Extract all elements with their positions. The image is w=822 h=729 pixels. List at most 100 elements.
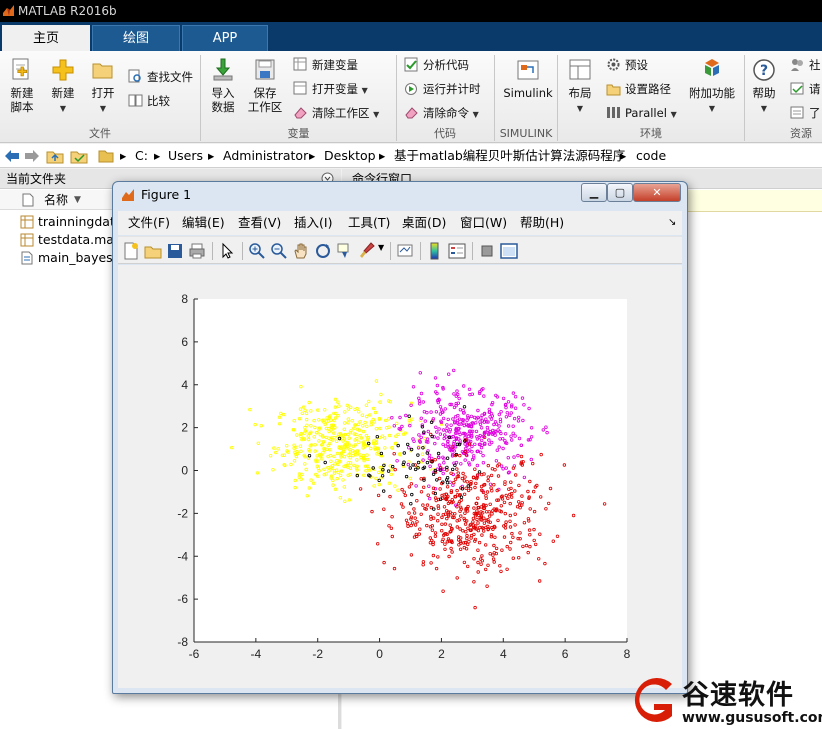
breadcrumb-separator: ▸: [120, 148, 127, 163]
rotate-3d-icon[interactable]: [314, 242, 332, 260]
analyze-code-label: 分析代码: [423, 58, 469, 72]
menu-edit[interactable]: 编辑(E): [182, 211, 225, 235]
brush-icon[interactable]: [358, 242, 376, 260]
chevron-down-icon: ▼: [373, 110, 380, 119]
learn-matlab-button[interactable]: 了: [790, 105, 821, 121]
request-support-button[interactable]: 请: [790, 81, 821, 97]
new-variable-button[interactable]: 新建变量: [293, 57, 358, 73]
plot-area[interactable]: [194, 299, 627, 642]
svg-text:?: ?: [760, 63, 768, 79]
new-script-button[interactable]: 新建 脚本: [4, 57, 40, 114]
import-data-button[interactable]: 导入 数据: [206, 57, 240, 114]
menu-desktop[interactable]: 桌面(D): [402, 211, 446, 235]
layout-button[interactable]: 布局 ▼: [562, 57, 598, 116]
folder-open-icon: [92, 63, 113, 79]
chevron-down-icon: ▼: [361, 86, 368, 95]
breadcrumb-item[interactable]: C:: [135, 144, 148, 168]
breadcrumb-item[interactable]: 基于matlab编程贝叶斯估计算法源码程序: [394, 144, 625, 168]
preferences-button[interactable]: 预设: [606, 57, 648, 73]
browse-folder-icon[interactable]: [70, 148, 88, 164]
new-button[interactable]: 新建 ▼: [46, 57, 80, 116]
help-label: 帮助: [752, 86, 776, 100]
save-workspace-button[interactable]: 保存 工作区: [246, 57, 284, 114]
help-button[interactable]: ? 帮助 ▼: [748, 57, 780, 116]
forward-arrow-icon[interactable]: [24, 149, 40, 163]
breadcrumb-item[interactable]: Users: [168, 144, 203, 168]
tab-home[interactable]: 主页: [2, 25, 90, 51]
analyze-code-button[interactable]: 分析代码: [404, 57, 469, 73]
set-path-icon: [606, 84, 621, 96]
scatter-plot[interactable]: -6 -4 -2 0 2 4 6 8-8-6-4-202468: [118, 265, 682, 688]
legend-icon[interactable]: [448, 242, 466, 260]
list-item[interactable]: main_bayes.: [20, 249, 117, 267]
minimize-button[interactable]: ▁: [581, 183, 607, 202]
new-figure-icon[interactable]: [122, 242, 140, 260]
up-folder-icon[interactable]: [46, 148, 64, 164]
file-name: testdata.mat: [38, 232, 119, 247]
zoom-out-icon[interactable]: [270, 242, 288, 260]
help-icon: ?: [753, 59, 775, 81]
tab-apps[interactable]: APP: [182, 25, 268, 51]
resources-group-label: 资源: [790, 127, 812, 140]
zoom-in-icon[interactable]: [248, 242, 266, 260]
menu-window[interactable]: 窗口(W): [460, 211, 507, 235]
find-files-button[interactable]: 查找文件: [128, 69, 193, 85]
dock-arrow-icon[interactable]: ↘: [668, 211, 676, 235]
community-button[interactable]: 社: [790, 57, 821, 73]
tab-plots[interactable]: 绘图: [92, 25, 180, 51]
pointer-icon[interactable]: [218, 242, 236, 260]
open-variable-button[interactable]: 打开变量 ▼: [293, 81, 368, 99]
open-file-icon[interactable]: [144, 242, 162, 260]
figure-window[interactable]: Figure 1 ▁ ▢ ✕ 文件(F) 编辑(E) 查看(V) 插入(I) 工…: [112, 181, 688, 694]
parallel-button[interactable]: Parallel ▼: [606, 105, 677, 123]
analyze-code-icon: [404, 57, 418, 72]
run-and-time-label: 运行并计时: [423, 82, 481, 96]
show-plot-tools-icon[interactable]: [500, 242, 518, 260]
colorbar-icon[interactable]: [426, 242, 444, 260]
menu-insert[interactable]: 插入(I): [294, 211, 332, 235]
back-arrow-icon[interactable]: [4, 149, 20, 163]
compare-label: 比较: [147, 94, 170, 108]
clear-workspace-button[interactable]: 清除工作区 ▼: [293, 105, 379, 123]
run-and-time-button[interactable]: 运行并计时: [404, 81, 481, 97]
simulink-button[interactable]: Simulink: [500, 57, 556, 100]
compare-button[interactable]: 比较: [128, 93, 170, 109]
hide-plot-tools-icon[interactable]: [478, 242, 496, 260]
print-icon[interactable]: [188, 242, 206, 260]
breadcrumb-item[interactable]: code: [636, 144, 666, 168]
clear-workspace-label: 清除工作区: [312, 106, 370, 120]
sort-arrow-icon: ▼: [74, 195, 81, 205]
open-variable-icon: [293, 81, 307, 95]
figure-title-bar[interactable]: Figure 1 ▁ ▢ ✕: [113, 182, 687, 208]
menu-help[interactable]: 帮助(H): [520, 211, 564, 235]
open-button[interactable]: 打开 ▼: [86, 57, 120, 116]
breadcrumb-item[interactable]: Desktop: [324, 144, 376, 168]
save-icon[interactable]: [166, 242, 184, 260]
close-button[interactable]: ✕: [633, 183, 681, 202]
maximize-button[interactable]: ▢: [607, 183, 633, 202]
save-ws-label-2: 工作区: [247, 100, 283, 114]
watermark-logo-icon: [634, 678, 672, 722]
chevron-down-icon[interactable]: ▼: [378, 243, 384, 252]
code-group-label: 代码: [434, 127, 456, 140]
add-ons-button[interactable]: 附加功能 ▼: [688, 57, 736, 116]
link-plot-icon[interactable]: [396, 242, 414, 260]
variable-group-label: 变量: [287, 127, 310, 140]
list-item[interactable]: trainningdat: [20, 213, 115, 231]
menu-tools[interactable]: 工具(T): [348, 211, 390, 235]
run-and-time-icon: [405, 83, 417, 95]
app-title: MATLAB R2016b: [18, 4, 117, 18]
new-script-label-2: 脚本: [10, 100, 34, 114]
list-item[interactable]: testdata.mat: [20, 231, 119, 249]
breadcrumb-item[interactable]: Administrator: [223, 144, 308, 168]
x-tick-label: 8: [624, 647, 631, 661]
figure-canvas[interactable]: -6 -4 -2 0 2 4 6 8 -8 -6 -4 -2 0 2 4 6 8: [118, 265, 682, 688]
menu-view[interactable]: 查看(V): [238, 211, 281, 235]
menu-file[interactable]: 文件(F): [128, 211, 170, 235]
data-cursor-icon[interactable]: [336, 242, 354, 260]
pan-hand-icon[interactable]: [292, 242, 310, 260]
gear-icon: [607, 58, 620, 71]
y-tick-label: 4: [181, 378, 188, 392]
clear-commands-button[interactable]: 清除命令 ▼: [404, 105, 479, 123]
set-path-button[interactable]: 设置路径: [606, 81, 671, 97]
